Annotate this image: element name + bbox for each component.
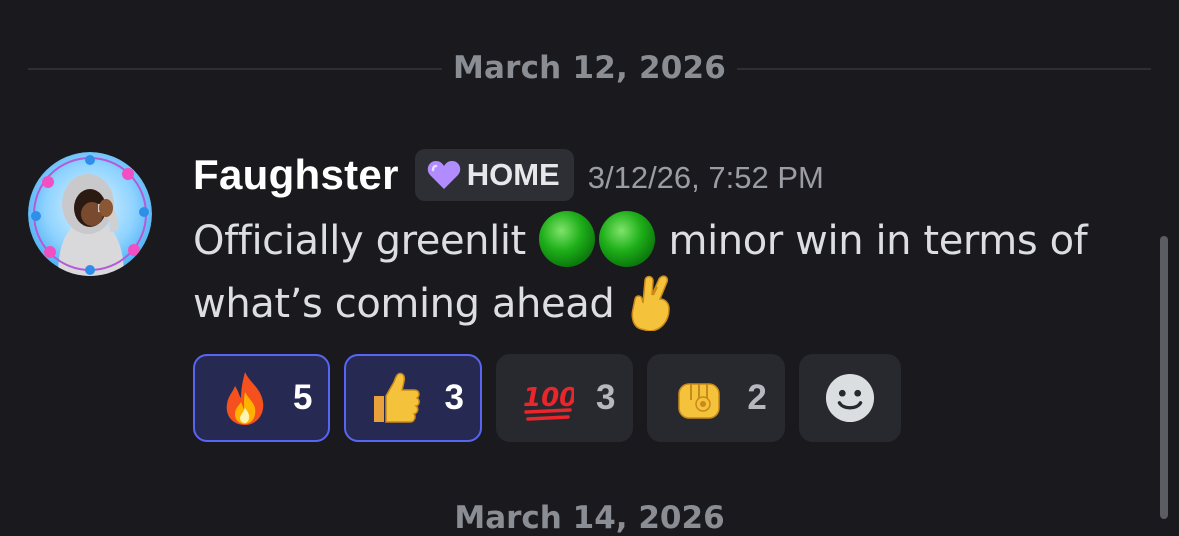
crossed-fingers-icon — [631, 275, 670, 331]
reaction-hundred[interactable]: 100 3 — [495, 354, 634, 442]
divider-line-right — [737, 68, 1151, 70]
message-text-part: Officially greenlit — [193, 218, 526, 264]
thumbs-up-icon — [374, 372, 421, 423]
reaction-fire[interactable]: 5 — [193, 354, 331, 442]
add-reaction-button[interactable] — [798, 354, 901, 442]
hundred-points-icon: 100 — [523, 383, 574, 421]
reaction-count: 5 — [293, 378, 313, 417]
author-name[interactable]: Faughster — [193, 151, 399, 199]
scrollbar[interactable] — [1160, 236, 1168, 519]
reaction-count: 3 — [595, 378, 616, 417]
message-header: Faughster HOME 3/12/26, 7:52 PM — [193, 146, 1143, 204]
divider-line-left — [28, 68, 442, 70]
date-divider: March 12, 2026 — [0, 40, 1179, 96]
timestamp[interactable]: 3/12/26, 7:52 PM — [588, 160, 824, 196]
guild-tag[interactable]: HOME — [414, 149, 574, 201]
message: Faughster HOME 3/12/26, 7:52 PM Official… — [193, 146, 1143, 335]
avatar[interactable] — [28, 152, 152, 276]
green-circle-icon — [539, 211, 656, 267]
purple-heart-icon — [427, 161, 460, 189]
divider-date: March 12, 2026 — [452, 50, 727, 86]
message-text-part: minor win in terms of — [668, 218, 1088, 264]
pointing-fist-icon — [678, 383, 721, 419]
message-text: Officially greenlit minor win in terms o… — [193, 210, 1143, 335]
reaction-thumbs-up[interactable]: 3 — [344, 354, 482, 442]
message-text-part: what’s coming ahead — [193, 281, 615, 327]
reaction-pointing-fist[interactable]: 2 — [647, 354, 785, 442]
reaction-count: 2 — [747, 378, 767, 417]
reactions-bar: 5 3 100 3 2 — [193, 354, 915, 442]
fire-icon — [226, 372, 264, 425]
next-divider-date: March 14, 2026 — [454, 500, 725, 536]
reaction-count: 3 — [444, 378, 464, 417]
add-reaction-smiley-icon — [825, 373, 874, 423]
tag-label: HOME — [466, 157, 560, 192]
